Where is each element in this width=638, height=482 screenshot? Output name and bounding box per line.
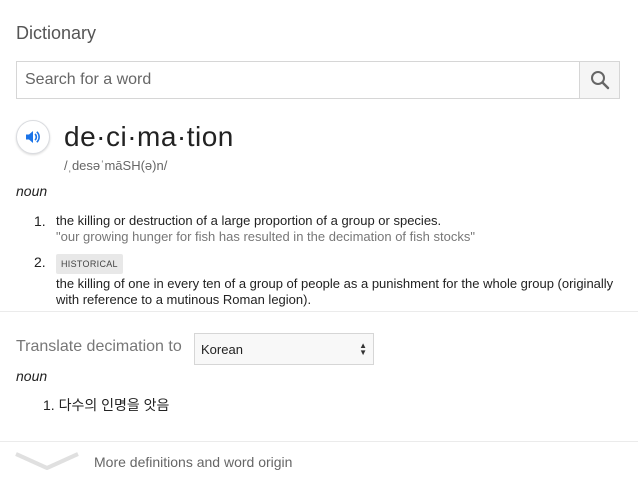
sense-definition: the killing of one in every ten of a gro… — [56, 276, 614, 307]
translation-part-of-speech: noun — [16, 368, 48, 384]
translate-label: Translate decimation to — [16, 338, 182, 355]
translation-item: 1. 다수의 인명을 앗음 — [43, 395, 169, 415]
more-definitions-label: More definitions and word origin — [94, 454, 293, 470]
search-button[interactable] — [579, 62, 619, 98]
register-badge: HISTORICAL — [56, 254, 123, 274]
headword: de·ci·ma·tion — [64, 121, 234, 152]
panel-title: Dictionary — [16, 23, 97, 43]
translation-number: 1. — [43, 397, 55, 413]
search-input[interactable] — [17, 62, 579, 98]
speaker-icon — [26, 131, 40, 143]
dictionary-panel: Dictionary de·ci·ma·tion /ˌdesəˈmāSH(ə)n… — [0, 0, 638, 482]
language-select-value: Korean — [201, 341, 243, 357]
language-select[interactable]: Korean ▲ ▼ — [194, 333, 374, 365]
sense-example: "our growing hunger for fish has resulte… — [56, 229, 475, 244]
sense-item: 2. HISTORICAL the killing of one in ever… — [34, 254, 624, 308]
part-of-speech: noun — [16, 183, 48, 199]
translation-text: 다수의 인명을 앗음 — [58, 397, 170, 413]
sense-definition: the killing or destruction of a large pr… — [56, 213, 442, 228]
select-arrows-icon: ▲ ▼ — [359, 341, 367, 357]
search-bar — [16, 61, 620, 99]
sense-number: 2. — [34, 254, 46, 270]
more-definitions-link[interactable]: More definitions and word origin — [0, 442, 638, 482]
phonetic-spelling: /ˌdesəˈmāSH(ə)n/ — [64, 158, 168, 173]
sense-number: 1. — [34, 213, 46, 229]
pronunciation-audio-button[interactable] — [16, 120, 50, 154]
sense-item: 1. the killing or destruction of a large… — [34, 213, 624, 245]
section-divider — [0, 311, 638, 312]
chevron-down-icon — [15, 452, 79, 470]
search-icon — [590, 71, 609, 90]
